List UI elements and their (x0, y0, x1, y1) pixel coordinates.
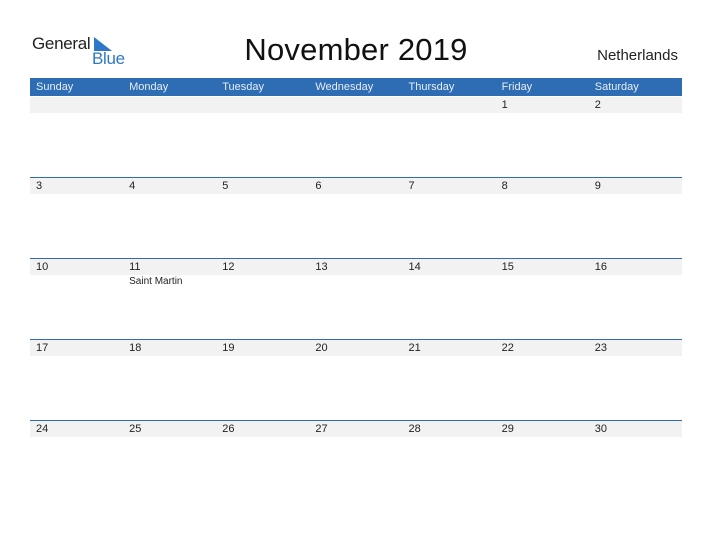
day-number[interactable]: 20 (309, 340, 402, 356)
day-number[interactable]: 25 (123, 421, 216, 437)
day-number[interactable]: 18 (123, 340, 216, 356)
day-number[interactable]: 11 (123, 259, 216, 275)
day-number[interactable] (216, 97, 309, 113)
day-number[interactable]: 2 (589, 97, 682, 113)
holiday-label (403, 275, 496, 288)
week-row: 12 (30, 96, 682, 113)
holiday-label (30, 275, 123, 288)
day-number[interactable] (30, 97, 123, 113)
holiday-label (309, 275, 402, 288)
week-row: 17 18 19 20 21 22 23 (30, 339, 682, 356)
day-number[interactable]: 10 (30, 259, 123, 275)
week-row: 10 11 12 13 14 15 16 Saint Martin (30, 258, 682, 288)
date-strip: 12 (30, 97, 682, 113)
weekday-sunday: Sunday (36, 81, 74, 93)
day-number[interactable]: 9 (589, 178, 682, 194)
day-number[interactable]: 28 (403, 421, 496, 437)
date-strip: 3456789 (30, 178, 682, 194)
holiday-label: Saint Martin (129, 276, 183, 287)
country-label: Netherlands (597, 47, 678, 64)
day-number[interactable]: 29 (496, 421, 589, 437)
day-number[interactable]: 8 (496, 178, 589, 194)
date-strip: 24 25 26 27 28 29 30 (30, 421, 682, 437)
day-number[interactable] (403, 97, 496, 113)
holiday-label (589, 275, 682, 288)
day-number[interactable]: 3 (30, 178, 123, 194)
day-number[interactable]: 30 (589, 421, 682, 437)
day-number[interactable]: 5 (216, 178, 309, 194)
date-strip: 10 11 12 13 14 15 16 (30, 259, 682, 275)
day-number[interactable]: 15 (496, 259, 589, 275)
holiday-label (216, 275, 309, 288)
weekday-monday: Monday (129, 81, 169, 93)
weekday-header: Sunday Monday Tuesday Wednesday Thursday… (30, 78, 682, 96)
day-number[interactable]: 17 (30, 340, 123, 356)
weekday-saturday: Saturday (594, 81, 639, 93)
day-number[interactable]: 16 (589, 259, 682, 275)
day-number[interactable]: 22 (496, 340, 589, 356)
day-number[interactable]: 13 (309, 259, 402, 275)
day-number[interactable] (309, 97, 402, 113)
week-row: 3456789 (30, 177, 682, 194)
week-row: 24 25 26 27 28 29 30 (30, 420, 682, 437)
day-number[interactable]: 27 (309, 421, 402, 437)
day-number[interactable]: 6 (309, 178, 402, 194)
holiday-label (496, 275, 589, 288)
day-number[interactable]: 4 (123, 178, 216, 194)
weekday-thursday: Thursday (408, 81, 455, 93)
weekday-wednesday: Wednesday (315, 81, 374, 93)
day-number[interactable]: 21 (403, 340, 496, 356)
date-strip: 17 18 19 20 21 22 23 (30, 340, 682, 356)
day-number[interactable]: 19 (216, 340, 309, 356)
weekday-friday: Friday (501, 81, 533, 93)
weekday-tuesday: Tuesday (222, 81, 265, 93)
day-number[interactable]: 23 (589, 340, 682, 356)
day-number[interactable]: 1 (496, 97, 589, 113)
day-number[interactable]: 7 (403, 178, 496, 194)
day-number[interactable]: 12 (216, 259, 309, 275)
day-number[interactable]: 24 (30, 421, 123, 437)
day-number[interactable] (123, 97, 216, 113)
events-row: Saint Martin (30, 275, 682, 288)
day-number[interactable]: 26 (216, 421, 309, 437)
day-number[interactable]: 14 (403, 259, 496, 275)
